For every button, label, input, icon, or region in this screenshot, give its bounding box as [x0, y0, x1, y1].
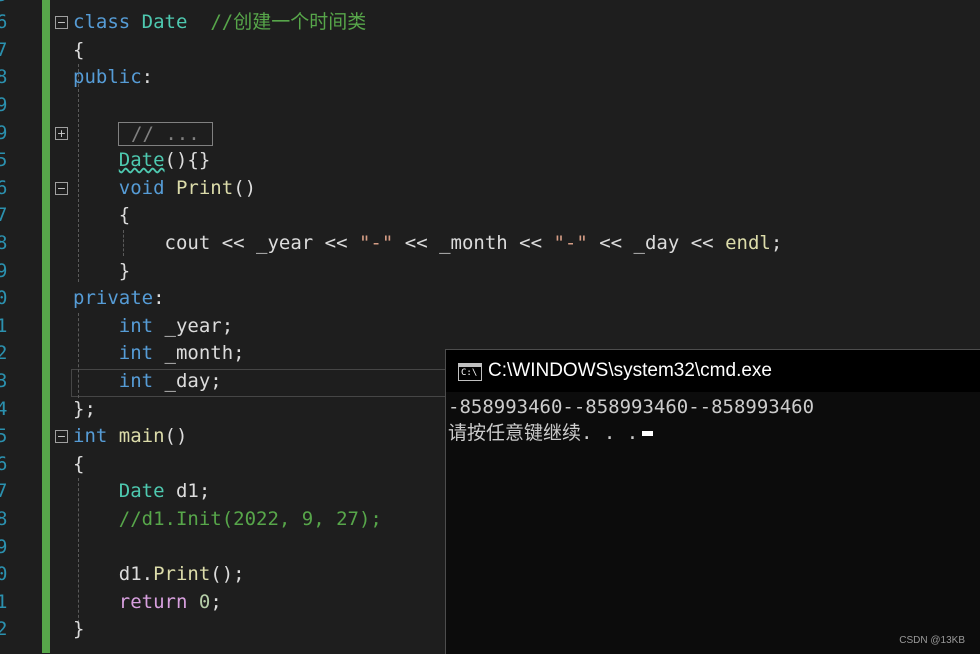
- line-number: 1: [0, 315, 8, 337]
- line-number: 2: [0, 342, 8, 364]
- code-line: int _day;: [118, 370, 222, 392]
- fold-collapse-icon[interactable]: −: [55, 16, 68, 29]
- collapsed-region[interactable]: // ...: [118, 122, 213, 146]
- line-number: 5: [0, 425, 8, 447]
- line-number: 8: [0, 232, 8, 254]
- line-number-gutter: 5 6 7 8 9 9 5 6 7 8 9 0 1 2 3 4 5 6 7 8 …: [0, 0, 42, 653]
- line-number: 8: [0, 508, 8, 530]
- line-number: 7: [0, 204, 8, 226]
- line-number: 2: [0, 618, 8, 640]
- line-number: 0: [0, 287, 8, 309]
- line-number: 8: [0, 66, 8, 88]
- code-line: int main(): [73, 425, 188, 447]
- code-line: class Date //创建一个时间类: [73, 11, 367, 33]
- line-number: 7: [0, 39, 8, 61]
- line-number: 6: [0, 453, 8, 475]
- code-line: private:: [73, 287, 165, 309]
- code-line: return 0;: [118, 591, 222, 613]
- console-title: C:\WINDOWS\system32\cmd.exe: [488, 360, 772, 381]
- code-line: cout << _year << "-" << _month << "-" <<…: [164, 232, 783, 254]
- console-cursor: [642, 431, 654, 436]
- code-line: public:: [73, 66, 154, 88]
- line-number: 6: [0, 11, 8, 33]
- code-line: {: [118, 204, 131, 226]
- console-output-line: -858993460--858993460--858993460: [448, 396, 815, 418]
- code-line: }: [118, 260, 131, 282]
- line-number: 1: [0, 591, 8, 613]
- change-tracking-bar: [42, 0, 50, 653]
- line-number: 3: [0, 370, 8, 392]
- line-number: 5: [0, 149, 8, 171]
- code-line: int _year;: [118, 315, 234, 337]
- code-line: Date d1;: [118, 480, 211, 502]
- watermark: CSDN @13KB: [899, 635, 965, 646]
- line-number: 6: [0, 177, 8, 199]
- console-output-line: 请按任意键继续. . .: [448, 420, 654, 446]
- line-number: 9: [0, 260, 8, 282]
- line-number: 0: [0, 563, 8, 585]
- line-number: 9: [0, 536, 8, 558]
- code-line: {: [73, 39, 85, 61]
- fold-collapse-icon[interactable]: −: [55, 182, 68, 195]
- code-line: {: [73, 453, 85, 475]
- line-number: 9: [0, 94, 8, 116]
- console-title-bar[interactable]: C:\ C:\WINDOWS\system32\cmd.exe: [446, 350, 980, 392]
- code-line: void Print(): [118, 177, 257, 199]
- fold-expand-icon[interactable]: +: [55, 127, 68, 140]
- code-line: int _month;: [118, 342, 245, 364]
- console-app-icon: C:\: [458, 363, 482, 381]
- code-line: }: [73, 618, 85, 640]
- line-number: 9: [0, 122, 8, 144]
- line-number: 7: [0, 480, 8, 502]
- code-line: };: [73, 398, 96, 420]
- console-window[interactable]: C:\ C:\WINDOWS\system32\cmd.exe -8589934…: [445, 349, 980, 654]
- code-line: d1.Print();: [118, 563, 245, 585]
- fold-collapse-icon[interactable]: −: [55, 430, 68, 443]
- code-line: //d1.Init(2022, 9, 27);: [118, 508, 382, 530]
- code-line: Date(){}: [118, 149, 211, 171]
- line-number: 4: [0, 398, 8, 420]
